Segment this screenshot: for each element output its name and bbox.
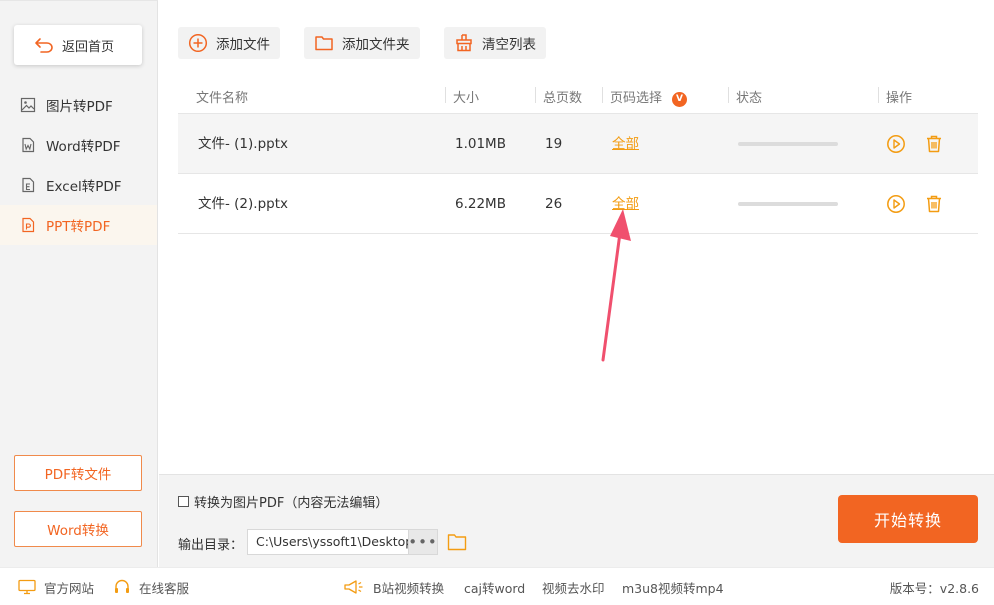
- progress-bar: [738, 202, 838, 206]
- official-website-link[interactable]: 官方网站: [18, 568, 94, 605]
- page-select-header-label: 页码选择: [610, 91, 663, 106]
- annotation-arrow-icon: [601, 209, 631, 362]
- table-row[interactable]: 文件- (1).pptx 1.01MB 19 全部: [178, 114, 978, 174]
- output-dir-label: 输出目录：: [178, 538, 244, 553]
- browse-more-button[interactable]: •••: [408, 529, 438, 555]
- column-divider: [878, 87, 879, 103]
- column-header-actions: 操作: [886, 91, 913, 106]
- plus-circle-icon: [188, 33, 208, 53]
- sidebar-item-label: 图片转PDF: [46, 99, 113, 115]
- sidebar-item-excel-to-pdf[interactable]: Excel转PDF: [0, 165, 157, 205]
- pdf-to-file-button[interactable]: PDF转文件: [14, 455, 142, 491]
- ppt-icon: [22, 217, 35, 233]
- open-folder-icon[interactable]: [447, 533, 467, 551]
- image-pdf-checkbox[interactable]: [178, 496, 189, 507]
- column-header-pages: 总页数: [543, 91, 583, 106]
- file-size-cell: 6.22MB: [455, 196, 506, 212]
- progress-bar: [738, 142, 838, 146]
- image-pdf-option[interactable]: 转换为图片PDF（内容无法编辑）: [178, 492, 388, 511]
- status-bar: 官方网站 在线客服 B站视频转换 caj转word 视频去水印 m3u8视频转m…: [0, 567, 994, 605]
- back-home-label: 返回首页: [62, 39, 115, 55]
- add-folder-label: 添加文件夹: [342, 37, 410, 53]
- column-divider: [535, 87, 536, 103]
- sidebar-item-image-to-pdf[interactable]: 图片转PDF: [0, 85, 157, 125]
- monitor-icon: [18, 579, 36, 595]
- bilibili-convert-label: B站视频转换: [373, 580, 445, 596]
- folder-icon: [315, 36, 333, 51]
- m3u8-to-mp4-link[interactable]: m3u8视频转mp4: [622, 568, 724, 605]
- image-icon: [20, 97, 36, 113]
- file-name-cell: 文件- (2).pptx: [198, 196, 288, 212]
- trash-icon[interactable]: [924, 194, 944, 214]
- sidebar-item-label: PPT转PDF: [46, 219, 111, 235]
- version-label: 版本号：v2.8.6: [889, 580, 979, 596]
- clear-list-label: 清空列表: [482, 37, 536, 53]
- sidebar-item-label: Excel转PDF: [46, 179, 122, 195]
- excel-icon: [22, 177, 35, 193]
- bilibili-convert-link[interactable]: B站视频转换: [343, 568, 444, 605]
- clear-list-button[interactable]: 清空列表: [444, 27, 546, 59]
- column-header-status: 状态: [736, 91, 763, 106]
- sidebar-item-ppt-to-pdf[interactable]: PPT转PDF: [0, 205, 157, 245]
- online-service-label: 在线客服: [139, 580, 190, 596]
- play-icon[interactable]: [886, 134, 906, 154]
- remove-watermark-link[interactable]: 视频去水印: [542, 568, 605, 605]
- sidebar: 返回首页 图片转PDF Word转PDF Excel转PDF PPT转PDF P…: [0, 0, 158, 567]
- trash-icon[interactable]: [924, 134, 944, 154]
- file-size-cell: 1.01MB: [455, 136, 506, 152]
- table-row[interactable]: 文件- (2).pptx 6.22MB 26 全部: [178, 174, 978, 234]
- image-pdf-checkbox-label: 转换为图片PDF（内容无法编辑）: [194, 496, 389, 511]
- broom-icon: [456, 34, 472, 52]
- caj-to-word-link[interactable]: caj转word: [464, 568, 525, 605]
- column-divider: [728, 87, 729, 103]
- page-count-cell: 19: [545, 136, 563, 152]
- add-file-label: 添加文件: [216, 37, 270, 53]
- column-divider: [445, 87, 446, 103]
- return-icon: [35, 38, 53, 53]
- bottom-panel: 转换为图片PDF（内容无法编辑） 输出目录： C:\Users\yssoft1\…: [159, 474, 994, 567]
- sidebar-item-label: Word转PDF: [46, 139, 121, 155]
- word-convert-button[interactable]: Word转换: [14, 511, 142, 547]
- headset-icon: [115, 579, 129, 593]
- output-path-field[interactable]: C:\Users\yssoft1\Desktop: [247, 529, 409, 555]
- megaphone-icon: [344, 580, 363, 594]
- word-icon: [22, 137, 35, 153]
- official-website-label: 官方网站: [44, 580, 95, 596]
- sidebar-item-word-to-pdf[interactable]: Word转PDF: [0, 125, 157, 165]
- back-home-button[interactable]: 返回首页: [14, 25, 142, 65]
- page-count-cell: 26: [545, 196, 563, 212]
- column-header-name: 文件名称: [196, 91, 249, 106]
- column-header-size: 大小: [453, 91, 480, 106]
- online-service-link[interactable]: 在线客服: [113, 568, 189, 605]
- add-file-button[interactable]: 添加文件: [178, 27, 280, 59]
- add-folder-button[interactable]: 添加文件夹: [304, 27, 420, 59]
- vip-badge-icon: V: [672, 92, 688, 107]
- column-divider: [602, 87, 603, 103]
- start-convert-button[interactable]: 开始转换: [838, 495, 978, 543]
- page-select-link[interactable]: 全部: [612, 114, 639, 174]
- file-name-cell: 文件- (1).pptx: [198, 136, 288, 152]
- column-header-page-select: 页码选择 V: [610, 87, 688, 107]
- play-icon[interactable]: [886, 194, 906, 214]
